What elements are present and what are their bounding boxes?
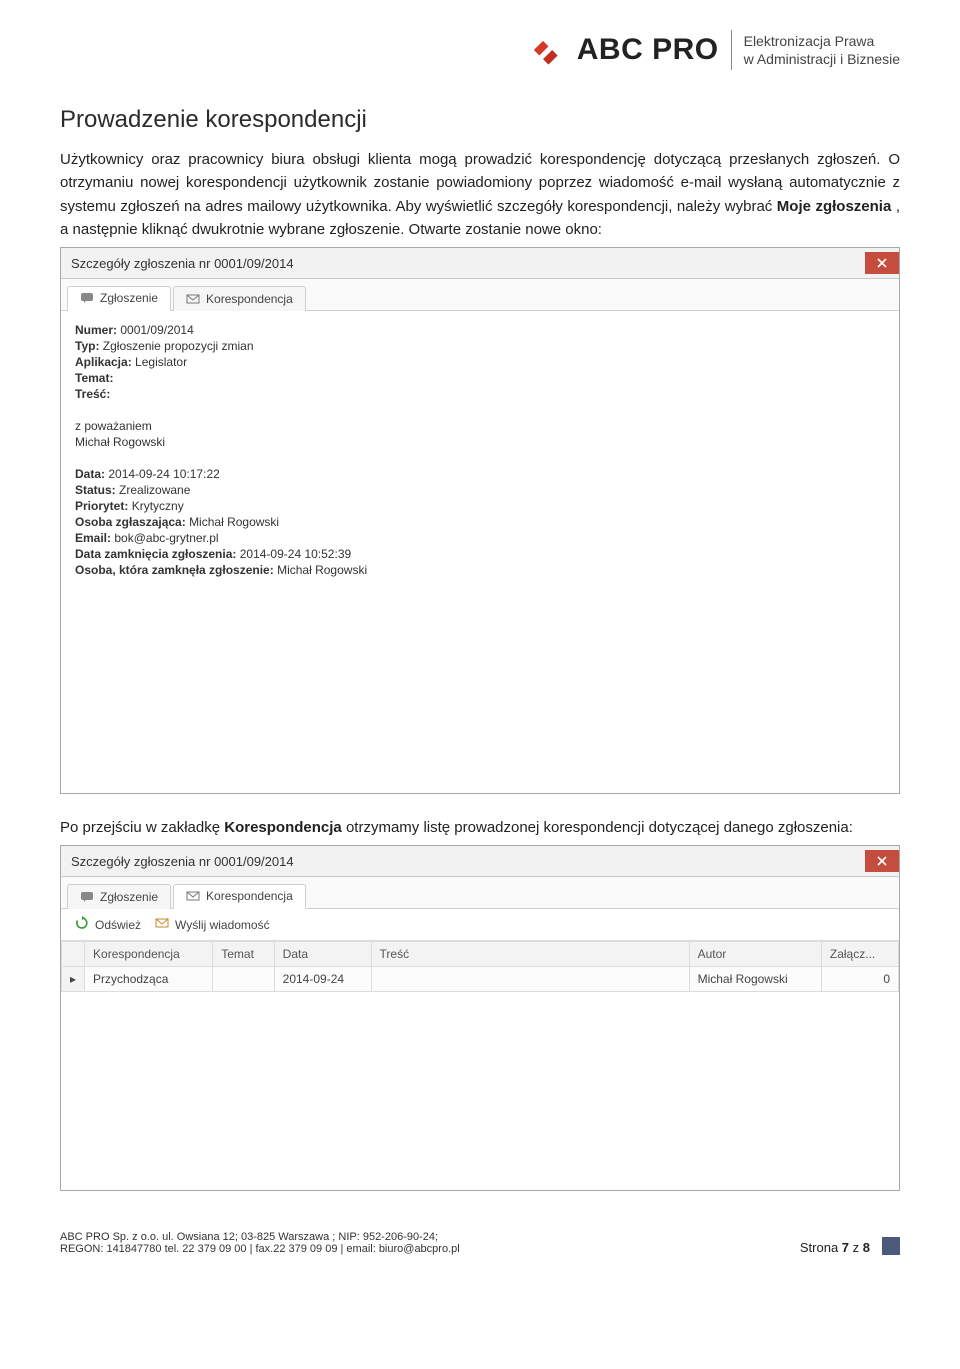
brand-tagline-2: w Administracji i Biznesie xyxy=(744,51,900,67)
tab-zgloszenie-label: Zgłoszenie xyxy=(100,291,158,305)
send-message-button[interactable]: Wyślij wiadomość xyxy=(155,916,270,933)
cell-autor: Michał Rogowski xyxy=(689,967,821,992)
brand-block: ABC PRO Elektronizacja Prawa w Administr… xyxy=(577,30,900,70)
cell-temat xyxy=(213,967,274,992)
page-current: 7 xyxy=(842,1240,849,1255)
brand-tagline: Elektronizacja Prawa w Administracji i B… xyxy=(744,32,900,68)
paragraph-2: Po przejściu w zakładkę Korespondencja o… xyxy=(60,816,900,839)
window-titlebar: Szczegóły zgłoszenia nr 0001/09/2014 xyxy=(61,846,899,877)
brand-icon xyxy=(521,28,565,72)
window-title: Szczegóły zgłoszenia nr 0001/09/2014 xyxy=(71,256,294,271)
lbl-aplikacja: Aplikacja: xyxy=(75,355,132,369)
val-priorytet: Krytyczny xyxy=(132,499,184,513)
col-autor[interactable]: Autor xyxy=(689,942,821,967)
lbl-typ: Typ: xyxy=(75,339,99,353)
tab-bar: Zgłoszenie Korespondencja xyxy=(61,877,899,909)
lbl-data-zamk: Data zamknięcia zgłoszenia: xyxy=(75,547,236,561)
cell-kor: Przychodząca xyxy=(85,967,213,992)
lbl-temat: Temat: xyxy=(75,371,113,385)
col-data[interactable]: Data xyxy=(274,942,371,967)
val-status: Zrealizowane xyxy=(119,483,190,497)
col-korespondencja[interactable]: Korespondencja xyxy=(85,942,213,967)
details-window-1: Szczegóły zgłoszenia nr 0001/09/2014 Zgł… xyxy=(60,247,900,794)
page-indicator: Strona 7 z 8 xyxy=(800,1240,870,1255)
signoff-1: z poważaniem xyxy=(75,419,152,433)
cell-data: 2014-09-24 xyxy=(274,967,371,992)
signoff-2: Michał Rogowski xyxy=(75,435,165,449)
page-footer: ABC PRO Sp. z o.o. ul. Owsiana 12; 03-82… xyxy=(60,1231,900,1255)
tab-zgloszenie[interactable]: Zgłoszenie xyxy=(67,286,171,311)
brand-tagline-1: Elektronizacja Prawa xyxy=(744,33,875,49)
footer-page: Strona 7 z 8 xyxy=(800,1237,900,1255)
lbl-osoba-zamk: Osoba, która zamknęła zgłoszenie: xyxy=(75,563,274,577)
val-osoba-zgl: Michał Rogowski xyxy=(189,515,279,529)
cell-zalacz: 0 xyxy=(821,967,898,992)
divider xyxy=(731,30,732,70)
details-window-2: Szczegóły zgłoszenia nr 0001/09/2014 Zgł… xyxy=(60,845,900,1191)
send-icon xyxy=(155,917,169,932)
val-numer: 0001/09/2014 xyxy=(120,323,193,337)
footer-decor-icon xyxy=(882,1237,900,1255)
brand-name: ABC PRO xyxy=(577,33,719,67)
refresh-label: Odśwież xyxy=(95,918,141,932)
col-temat[interactable]: Temat xyxy=(213,942,274,967)
send-label: Wyślij wiadomość xyxy=(175,918,270,932)
table-header-row: Korespondencja Temat Data Treść Autor Za… xyxy=(62,942,899,967)
lbl-numer: Numer: xyxy=(75,323,117,337)
lbl-tresc: Treść: xyxy=(75,387,110,401)
val-typ: Zgłoszenie propozycji zmian xyxy=(103,339,254,353)
envelope-icon xyxy=(186,890,200,902)
val-email: bok@abc-grytner.pl xyxy=(114,531,218,545)
toolbar: Odśwież Wyślij wiadomość xyxy=(61,909,899,941)
page-word: Strona xyxy=(800,1240,842,1255)
paragraph-1: Użytkownicy oraz pracownicy biura obsług… xyxy=(60,148,900,241)
val-data: 2014-09-24 10:17:22 xyxy=(108,467,219,481)
paragraph-1-bold: Moje zgłoszenia xyxy=(777,198,892,215)
val-aplikacja: Legislator xyxy=(135,355,187,369)
tab-bar: Zgłoszenie Korespondencja xyxy=(61,279,899,311)
window-title: Szczegóły zgłoszenia nr 0001/09/2014 xyxy=(71,854,294,869)
tab-zgloszenie[interactable]: Zgłoszenie xyxy=(67,884,171,909)
row-selector-header xyxy=(62,942,85,967)
footer-line-1: ABC PRO Sp. z o.o. ul. Owsiana 12; 03-82… xyxy=(60,1231,460,1243)
page-header: ABC PRO Elektronizacja Prawa w Administr… xyxy=(60,28,900,72)
speech-icon xyxy=(80,292,94,304)
val-osoba-zamk: Michał Rogowski xyxy=(277,563,367,577)
speech-icon xyxy=(80,891,94,903)
correspondence-table: Korespondencja Temat Data Treść Autor Za… xyxy=(61,941,899,992)
tab-korespondencja[interactable]: Korespondencja xyxy=(173,884,306,909)
close-button[interactable] xyxy=(865,252,899,274)
val-data-zamk: 2014-09-24 10:52:39 xyxy=(240,547,351,561)
col-tresc[interactable]: Treść xyxy=(371,942,689,967)
close-button[interactable] xyxy=(865,850,899,872)
lbl-status: Status: xyxy=(75,483,116,497)
col-zalacz[interactable]: Załącz... xyxy=(821,942,898,967)
footer-line-2: REGON: 141847780 tel. 22 379 09 00 | fax… xyxy=(60,1243,460,1255)
lbl-osoba-zgl: Osoba zgłaszająca: xyxy=(75,515,186,529)
tab-korespondencja-label: Korespondencja xyxy=(206,889,293,903)
tab-korespondencja-label: Korespondencja xyxy=(206,292,293,306)
tab-zgloszenie-label: Zgłoszenie xyxy=(100,890,158,904)
paragraph-2a: Po przejściu w zakładkę xyxy=(60,819,224,836)
page-of: z xyxy=(849,1240,863,1255)
lbl-email: Email: xyxy=(75,531,111,545)
window-titlebar: Szczegóły zgłoszenia nr 0001/09/2014 xyxy=(61,248,899,279)
envelope-icon xyxy=(186,293,200,305)
refresh-button[interactable]: Odśwież xyxy=(75,916,141,933)
paragraph-1a: Użytkownicy oraz pracownicy biura obsług… xyxy=(60,151,900,215)
paragraph-2-bold: Korespondencja xyxy=(224,819,342,836)
section-title: Prowadzenie korespondencji xyxy=(60,106,900,134)
table-row[interactable]: ▸ Przychodząca 2014-09-24 Michał Rogowsk… xyxy=(62,967,899,992)
lbl-priorytet: Priorytet: xyxy=(75,499,128,513)
details-pane: Numer: 0001/09/2014 Typ: Zgłoszenie prop… xyxy=(61,311,899,793)
row-indicator: ▸ xyxy=(62,967,85,992)
tab-korespondencja[interactable]: Korespondencja xyxy=(173,286,306,311)
lbl-data: Data: xyxy=(75,467,105,481)
refresh-icon xyxy=(75,916,89,933)
grid-pane: Korespondencja Temat Data Treść Autor Za… xyxy=(61,941,899,1190)
paragraph-2b: otrzymamy listę prowadzonej korespondenc… xyxy=(346,819,853,836)
footer-company: ABC PRO Sp. z o.o. ul. Owsiana 12; 03-82… xyxy=(60,1231,460,1255)
page-total: 8 xyxy=(863,1240,870,1255)
cell-tresc xyxy=(371,967,689,992)
